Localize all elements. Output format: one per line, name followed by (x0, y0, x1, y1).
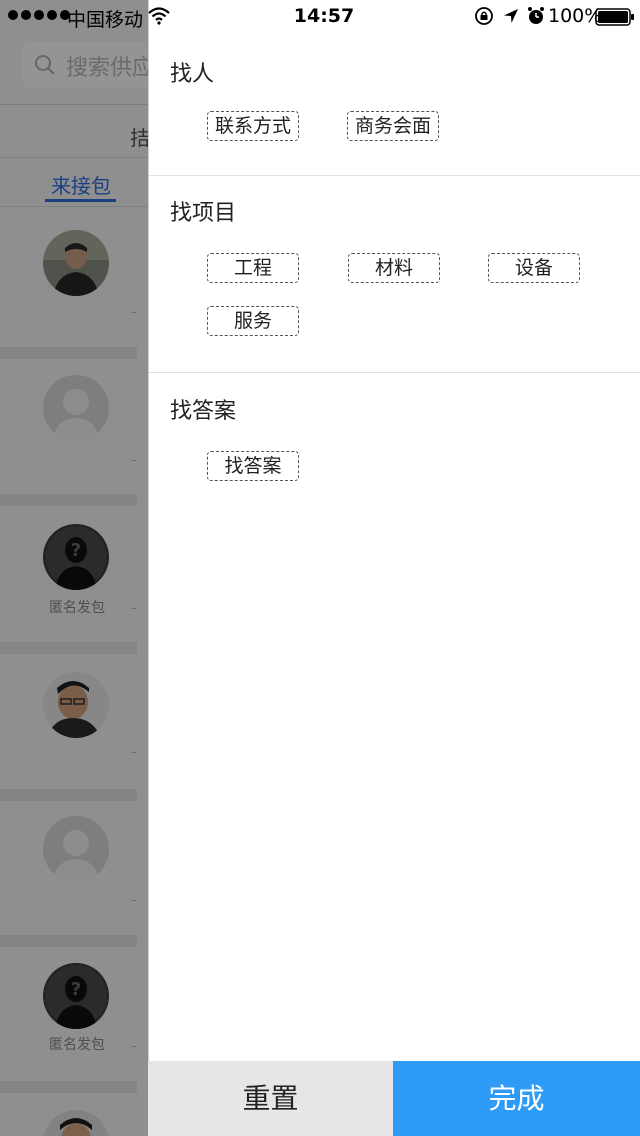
alarm-clock-icon (528, 7, 544, 24)
tag-engineering[interactable]: 工程 (207, 253, 299, 283)
tag-business-meeting[interactable]: 商务会面 (347, 111, 439, 141)
filter-drawer: 找人 联系方式 商务会面 找项目 工程 材料 设备 服务 找答案 找答案 (148, 0, 640, 1136)
location-arrow-icon (504, 9, 518, 23)
tag-contact-info[interactable]: 联系方式 (207, 111, 299, 141)
tag-materials[interactable]: 材料 (348, 253, 440, 283)
reset-button[interactable]: 重置 (148, 1061, 393, 1136)
drawer-edge (148, 0, 149, 1136)
section-divider (148, 175, 640, 176)
status-bar: 中国移动 14:57 100% (0, 0, 640, 34)
tag-services[interactable]: 服务 (207, 306, 299, 336)
section-title-find-answers: 找答案 (170, 399, 237, 424)
dim-overlay[interactable] (0, 0, 148, 1136)
section-title-find-project: 找项目 (170, 201, 237, 226)
battery-icon (595, 8, 634, 26)
section-title-find-people: 找人 (170, 62, 215, 87)
tag-equipment[interactable]: 设备 (488, 253, 580, 283)
tag-find-answers[interactable]: 找答案 (207, 451, 299, 481)
done-button[interactable]: 完成 (393, 1061, 640, 1136)
rotation-lock-icon (475, 7, 493, 25)
section-divider (148, 372, 640, 373)
